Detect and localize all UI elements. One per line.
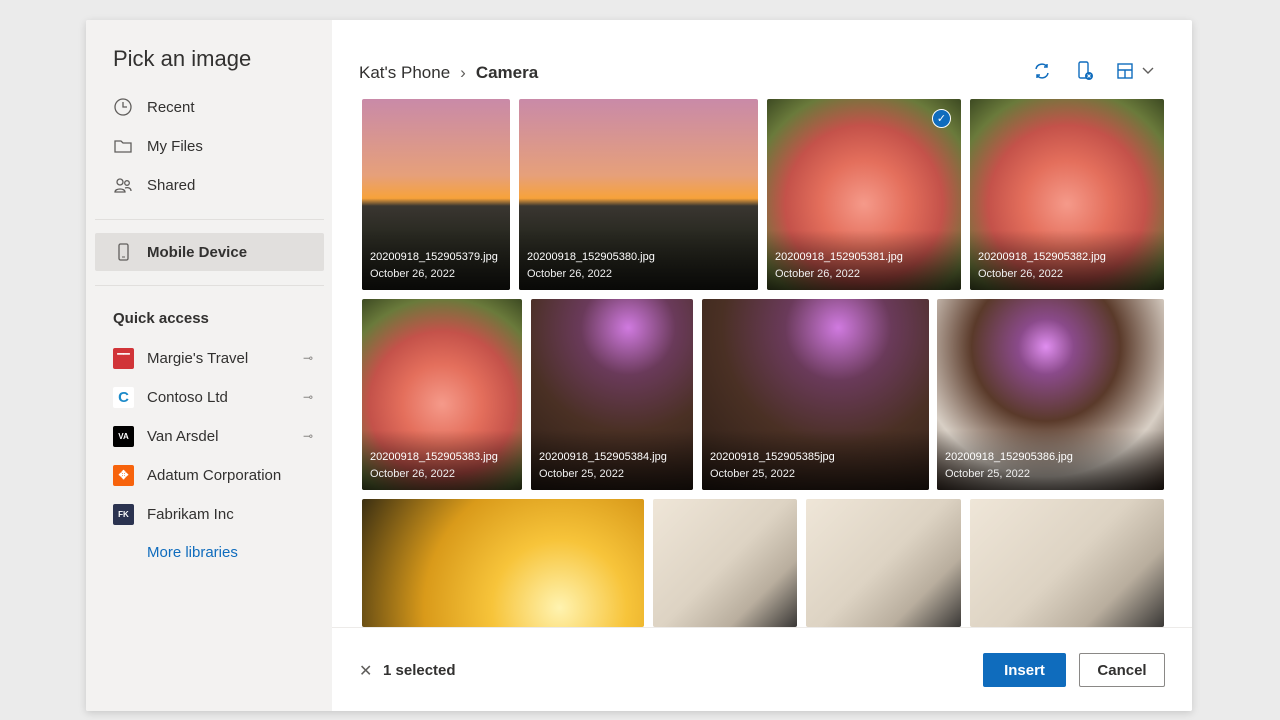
library-label: Fabrikam Inc bbox=[147, 505, 234, 523]
chevron-down-icon[interactable] bbox=[1141, 63, 1155, 77]
breadcrumb-current: Camera bbox=[475, 63, 539, 82]
pin-icon[interactable]: ⊸ bbox=[303, 390, 313, 404]
footer: ✕ 1 selected Insert Cancel bbox=[332, 627, 1192, 711]
nav-shared[interactable]: Shared bbox=[95, 166, 324, 204]
pin-icon[interactable]: ⊸ bbox=[303, 429, 313, 443]
cancel-button[interactable]: Cancel bbox=[1079, 653, 1165, 687]
file-tile[interactable]: 20200918_152905383.jpg October 26, 2022 bbox=[362, 299, 522, 490]
nav-label: My Files bbox=[147, 137, 203, 155]
file-name: 20200918_152905383.jpg bbox=[370, 451, 498, 463]
chevron-right-icon: › bbox=[460, 63, 466, 82]
folder-icon bbox=[114, 140, 132, 153]
selection-count: 1 selected bbox=[383, 662, 456, 679]
file-date: October 25, 2022 bbox=[539, 468, 625, 480]
nav-recent[interactable]: Recent bbox=[95, 88, 324, 126]
file-name: 20200918_152905380.jpg bbox=[527, 251, 655, 263]
library-adatum[interactable]: ✥ Adatum Corporation bbox=[113, 460, 313, 490]
van-arsdel-logo-icon: VA bbox=[113, 425, 134, 447]
dialog-title: Pick an image bbox=[113, 46, 252, 71]
checkmark-icon[interactable]: ✓ bbox=[932, 109, 951, 128]
file-name: 20200918_152905385jpg bbox=[710, 451, 835, 463]
file-tile[interactable]: 20200918_152905385jpg October 25, 2022 bbox=[702, 299, 929, 490]
image-picker-dialog: Pick an image Recent My Files Shared Mob… bbox=[86, 20, 1192, 711]
file-name: 20200918_152905379.jpg bbox=[370, 251, 498, 263]
contoso-logo-icon: C bbox=[113, 386, 134, 408]
library-margies-travel[interactable]: ▔▔ Margie's Travel ⊸ bbox=[113, 343, 313, 373]
library-van-arsdel[interactable]: VA Van Arsdel ⊸ bbox=[113, 421, 313, 451]
sidebar: Pick an image Recent My Files Shared Mob… bbox=[86, 20, 332, 711]
image-tile[interactable] bbox=[970, 499, 1164, 627]
file-tile-selected[interactable]: ✓ 20200918_152905381.jpg October 26, 2022 bbox=[767, 99, 961, 290]
file-date: October 26, 2022 bbox=[527, 268, 613, 280]
file-name: 20200918_152905381.jpg bbox=[775, 251, 903, 263]
quick-access-heading: Quick access bbox=[113, 310, 209, 327]
nav-label: Shared bbox=[147, 176, 196, 194]
clear-selection-icon[interactable]: ✕ bbox=[359, 661, 372, 681]
pin-icon[interactable]: ⊸ bbox=[303, 351, 313, 365]
image-tile[interactable] bbox=[806, 499, 961, 627]
file-date: October 26, 2022 bbox=[978, 268, 1064, 280]
file-date: October 26, 2022 bbox=[370, 268, 456, 280]
file-tile[interactable]: 20200918_152905380.jpg October 26, 2022 bbox=[519, 99, 758, 290]
insert-button[interactable]: Insert bbox=[983, 653, 1066, 687]
file-date: October 25, 2022 bbox=[710, 468, 796, 480]
file-name: 20200918_152905384.jpg bbox=[539, 451, 667, 463]
library-contoso[interactable]: C Contoso Ltd ⊸ bbox=[113, 382, 313, 412]
nav-label: Mobile Device bbox=[147, 243, 248, 261]
adatum-logo-icon: ✥ bbox=[113, 464, 134, 486]
file-tile[interactable]: 20200918_152905382.jpg October 26, 2022 bbox=[970, 99, 1164, 290]
disconnect-phone-icon[interactable] bbox=[1075, 61, 1095, 81]
divider bbox=[95, 285, 324, 286]
file-name: 20200918_152905382.jpg bbox=[978, 251, 1106, 263]
phone-icon bbox=[118, 243, 129, 261]
more-libraries-link[interactable]: More libraries bbox=[147, 544, 238, 561]
nav-my-files[interactable]: My Files bbox=[95, 127, 324, 165]
breadcrumb: Kat's Phone › Camera bbox=[359, 63, 538, 83]
margies-travel-logo-icon: ▔▔ bbox=[113, 347, 134, 369]
library-fabrikam[interactable]: FK Fabrikam Inc bbox=[113, 499, 313, 529]
breadcrumb-root[interactable]: Kat's Phone bbox=[359, 63, 450, 83]
layout-icon[interactable] bbox=[1116, 61, 1134, 81]
clock-icon bbox=[114, 98, 132, 116]
image-tile[interactable] bbox=[653, 499, 797, 627]
file-date: October 26, 2022 bbox=[370, 468, 456, 480]
divider bbox=[95, 219, 324, 220]
fabrikam-logo-icon: FK bbox=[113, 503, 134, 525]
library-label: Contoso Ltd bbox=[147, 388, 228, 406]
nav-label: Recent bbox=[147, 98, 195, 116]
file-date: October 26, 2022 bbox=[775, 268, 861, 280]
image-tile[interactable] bbox=[362, 499, 644, 627]
refresh-icon[interactable] bbox=[1032, 61, 1052, 81]
people-icon bbox=[114, 178, 132, 193]
library-label: Adatum Corporation bbox=[147, 466, 282, 484]
file-tile[interactable]: 20200918_152905384.jpg October 25, 2022 bbox=[531, 299, 693, 490]
nav-mobile-device[interactable]: Mobile Device bbox=[95, 233, 324, 271]
file-date: October 25, 2022 bbox=[945, 468, 1031, 480]
library-label: Margie's Travel bbox=[147, 349, 249, 367]
file-name: 20200918_152905386.jpg bbox=[945, 451, 1073, 463]
library-label: Van Arsdel bbox=[147, 427, 219, 445]
file-tile[interactable]: 20200918_152905386.jpg October 25, 2022 bbox=[937, 299, 1164, 490]
file-tile[interactable]: 20200918_152905379.jpg October 26, 2022 bbox=[362, 99, 510, 290]
